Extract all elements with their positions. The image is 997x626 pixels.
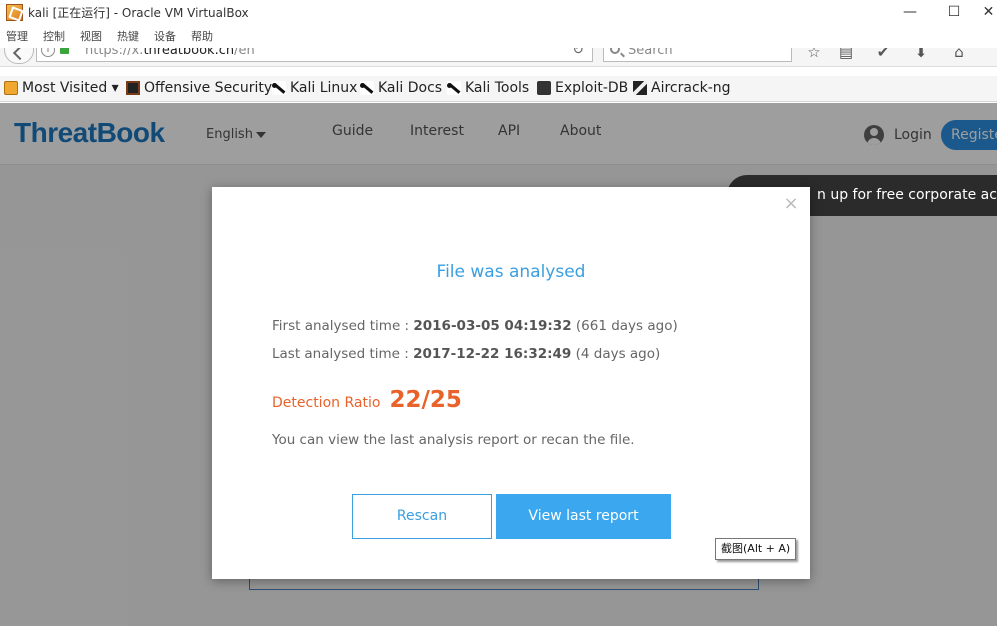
modal-title: File was analysed xyxy=(436,262,586,282)
menu-item-control[interactable]: 控制 xyxy=(43,26,65,48)
modal-description: You can view the last analysis report or… xyxy=(272,432,635,448)
kali-dragon-icon xyxy=(447,81,461,95)
virtualbox-menu-bar: 管理 控制 视图 热键 设备 帮助 xyxy=(0,26,997,48)
close-icon[interactable]: × xyxy=(783,193,799,214)
first-analysed-time: 2016-03-05 04:19:32 xyxy=(413,318,572,334)
last-analysed-row: Last analysed time : 2017-12-22 16:32:49… xyxy=(272,346,661,362)
minimize-button[interactable]: — xyxy=(895,2,925,22)
analysis-modal: × File was analysed First analysed time … xyxy=(212,187,810,579)
view-last-report-button[interactable]: View last report xyxy=(496,494,671,539)
window-title-bar: kali [正在运行] - Oracle VM VirtualBox — ☐ ✕ xyxy=(0,0,997,26)
menu-item-help[interactable]: 帮助 xyxy=(191,26,213,48)
detection-ratio-value: 22/25 xyxy=(389,387,462,413)
bookmark-kali-tools[interactable]: Kali Tools xyxy=(447,80,529,96)
offsec-icon xyxy=(126,81,140,95)
kali-dragon-icon xyxy=(360,81,374,95)
detection-ratio-label: Detection Ratio xyxy=(272,395,381,411)
exploitdb-icon xyxy=(537,81,551,95)
last-analysed-time: 2017-12-22 16:32:49 xyxy=(413,346,572,362)
bookmark-offensive-security[interactable]: Offensive Security xyxy=(126,80,272,96)
aircrack-icon xyxy=(633,81,647,95)
screenshot-tooltip: 截图(Alt + A) xyxy=(715,538,797,560)
menu-item-devices[interactable]: 设备 xyxy=(154,26,176,48)
bookmark-kali-docs[interactable]: Kali Docs xyxy=(360,80,442,96)
maximize-button[interactable]: ☐ xyxy=(939,2,969,22)
rescan-button[interactable]: Rescan xyxy=(352,494,492,539)
virtualbox-app-icon xyxy=(6,4,23,21)
bookmark-exploit-db[interactable]: Exploit-DB xyxy=(537,80,628,96)
menu-item-hotkeys[interactable]: 热键 xyxy=(117,26,139,48)
menu-item-manage[interactable]: 管理 xyxy=(6,26,28,48)
bookmark-aircrack-ng[interactable]: Aircrack-ng xyxy=(633,80,731,96)
bookmark-most-visited[interactable]: Most Visited ▾ xyxy=(4,80,119,96)
kali-dragon-icon xyxy=(272,81,286,95)
first-analysed-row: First analysed time : 2016-03-05 04:19:3… xyxy=(272,318,678,334)
window-title: kali [正在运行] - Oracle VM VirtualBox xyxy=(28,6,249,20)
bookmark-kali-linux[interactable]: Kali Linux xyxy=(272,80,357,96)
close-window-button[interactable]: ✕ xyxy=(980,2,997,22)
folder-icon xyxy=(4,81,18,95)
menu-item-view[interactable]: 视图 xyxy=(80,26,102,48)
detection-ratio-row: Detection Ratio 22/25 xyxy=(272,387,462,413)
bookmarks-bar: Most Visited ▾ Offensive Security Kali L… xyxy=(0,76,997,102)
